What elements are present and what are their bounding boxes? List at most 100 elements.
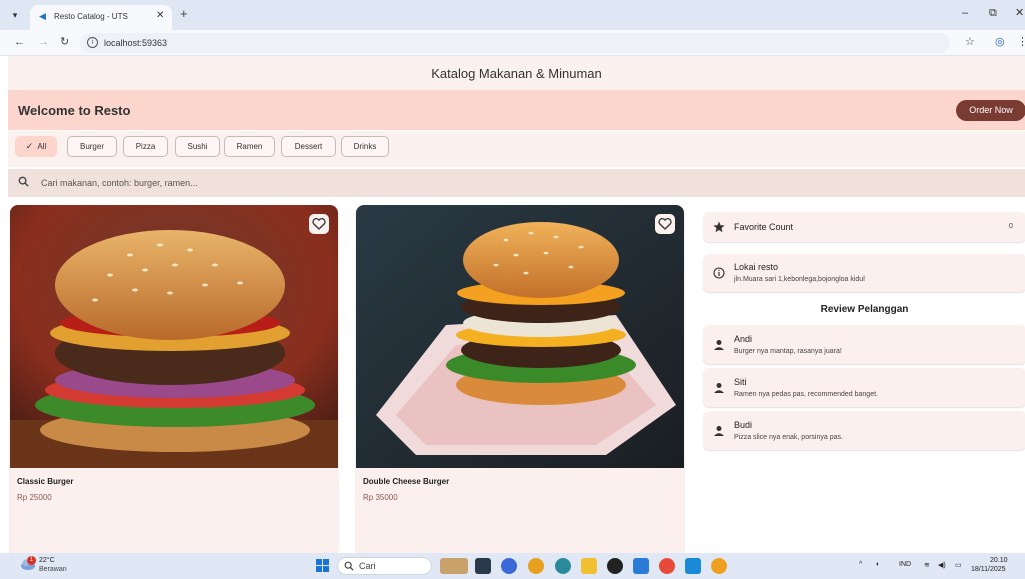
windows-start-icon[interactable] [316, 559, 329, 572]
product-card[interactable]: Classic Burger Rp 25000 [10, 205, 338, 556]
product-price: Rp 35000 [363, 493, 398, 502]
url-field[interactable]: i localhost:59363 [80, 33, 950, 53]
weather-alert-badge: 1 [27, 556, 36, 565]
review-text: Ramen nya pedas pas, recommended banget. [734, 391, 878, 398]
close-window-icon[interactable]: ✕ [1015, 8, 1024, 19]
weather-temperature: 22°C [39, 557, 55, 564]
app-bar: Katalog Makanan & Minuman [8, 56, 1025, 90]
review-item: Andi Burger nya mantap, rasanya juara! [703, 325, 1025, 364]
page-title: Katalog Makanan & Minuman [431, 66, 602, 81]
chrome-app-icon[interactable] [659, 558, 675, 574]
chrome-active-icon[interactable] [711, 558, 727, 574]
review-item: Budi Pizza slice nya enak, porsinya pas. [703, 411, 1025, 450]
os-taskbar: 1 22°C Berawan Cari ^ ◐ IND ≋ ◀) ▭ 20.10… [0, 553, 1025, 579]
site-info-icon[interactable]: i [87, 37, 98, 48]
review-text: Pizza slice nya enak, porsinya pas. [734, 434, 843, 441]
product-price: Rp 25000 [17, 493, 52, 502]
category-filter-bar: ✓ All Burger Pizza Sushi Ramen Dessert Dr… [8, 131, 1025, 167]
chrome-icon[interactable] [528, 558, 544, 574]
chip-drinks[interactable]: Drinks [341, 136, 389, 157]
reviewer-name: Andi [734, 334, 753, 344]
product-name: Classic Burger [17, 477, 74, 486]
restore-icon[interactable]: ⧉ [989, 8, 997, 19]
back-icon[interactable]: ← [14, 36, 25, 49]
favorite-button[interactable] [655, 214, 675, 234]
browser-menu-icon[interactable]: ⋮ [1017, 36, 1025, 49]
favorite-count-value: 0 [1009, 223, 1013, 230]
location-address: jln.Muara sari 1,kebonlega,bojongloa kid… [734, 276, 865, 283]
person-icon [714, 383, 724, 393]
search-placeholder: Cari makanan, contoh: burger, ramen... [41, 178, 198, 188]
task-view-icon[interactable] [475, 558, 491, 574]
profile-icon[interactable]: ◎ [995, 36, 1005, 49]
review-heading: Review Pelanggan [820, 304, 909, 315]
product-card[interactable]: Double Cheese Burger Rp 35000 [356, 205, 684, 556]
order-now-button[interactable]: Order Now [956, 100, 1025, 121]
tiktok-icon[interactable] [607, 558, 623, 574]
review-text: Burger nya mantap, rasanya juara! [734, 348, 842, 355]
main-content: Classic Burger Rp 25000 Double Cheese Bu… [8, 197, 1025, 556]
product-name: Double Cheese Burger [363, 477, 450, 486]
language-indicator[interactable]: IND [899, 561, 911, 568]
browser-tab-bar: ▾ ◀ Resto Catalog - UTS ✕ + – ⧉ ✕ [0, 0, 1025, 30]
heart-icon [658, 218, 672, 230]
heart-icon [312, 218, 326, 230]
reload-icon[interactable]: ↻ [60, 36, 69, 49]
location-title: Lokai resto [734, 262, 779, 272]
favorite-button[interactable] [309, 214, 329, 234]
flutter-favicon-icon: ◀ [39, 11, 46, 21]
widgets-icon[interactable] [440, 558, 468, 574]
chip-dessert[interactable]: Dessert [281, 136, 336, 157]
network-icon[interactable]: ◐ [876, 561, 880, 568]
check-icon: ✓ [25, 141, 34, 151]
battery-icon[interactable]: ▭ [955, 561, 962, 569]
taskbar-search[interactable]: Cari [337, 557, 432, 575]
chip-sushi[interactable]: Sushi [175, 136, 220, 157]
classic-burger-image [10, 205, 338, 468]
tab-title: Resto Catalog - UTS [54, 12, 128, 21]
clock-date[interactable]: 18/11/2025 [971, 566, 1006, 573]
double-cheese-burger-image [356, 205, 684, 468]
clock-time[interactable]: 20.10 [990, 557, 1008, 564]
browser-tab[interactable]: ◀ Resto Catalog - UTS ✕ [30, 5, 172, 30]
chat-icon[interactable] [501, 558, 517, 574]
welcome-text: Welcome to Resto [18, 103, 131, 118]
chip-pizza[interactable]: Pizza [123, 136, 168, 157]
search-field[interactable]: Cari makanan, contoh: burger, ramen... [8, 169, 1025, 197]
star-icon [713, 221, 725, 233]
welcome-banner: Welcome to Resto Order Now [8, 90, 1025, 130]
person-icon [714, 340, 724, 350]
search-icon [18, 176, 29, 187]
edge-icon[interactable] [555, 558, 571, 574]
reviewer-name: Siti [734, 377, 747, 387]
vscode-icon[interactable] [685, 558, 701, 574]
favorite-count-label: Favorite Count [734, 222, 794, 232]
taskbar-search-text: Cari [359, 561, 376, 571]
favorite-count-tile: Favorite Count 0 [703, 212, 1025, 242]
tray-overflow-icon[interactable]: ^ [859, 561, 862, 568]
tab-search-icon[interactable]: ▾ [8, 8, 22, 22]
info-sidebar: Favorite Count 0 Lokai resto jln.Muara s… [703, 197, 1025, 553]
store-icon[interactable] [633, 558, 649, 574]
reviewer-name: Budi [734, 420, 753, 430]
tab-close-icon[interactable]: ✕ [156, 11, 164, 21]
chip-burger[interactable]: Burger [67, 136, 117, 157]
weather-description: Berawan [39, 566, 67, 573]
minimize-icon[interactable]: – [962, 8, 968, 19]
info-icon [713, 267, 725, 279]
location-tile: Lokai resto jln.Muara sari 1,kebonlega,b… [703, 254, 1025, 292]
url-text: localhost:59363 [104, 38, 168, 48]
review-item: Siti Ramen nya pedas pas, recommended ba… [703, 368, 1025, 407]
wifi-icon[interactable]: ≋ [924, 561, 930, 569]
chip-label: All [37, 142, 47, 151]
search-icon [344, 561, 354, 571]
chip-all[interactable]: ✓ All [15, 136, 57, 157]
chip-ramen[interactable]: Ramen [224, 136, 275, 157]
person-icon [714, 426, 724, 436]
volume-icon[interactable]: ◀) [938, 561, 946, 569]
bookmark-star-icon[interactable]: ☆ [965, 36, 975, 49]
file-explorer-icon[interactable] [581, 558, 597, 574]
forward-icon[interactable]: → [38, 36, 49, 49]
new-tab-icon[interactable]: + [180, 7, 188, 20]
address-bar: ← → ↻ i localhost:59363 ☆ ◎ ⋮ [0, 30, 1025, 56]
